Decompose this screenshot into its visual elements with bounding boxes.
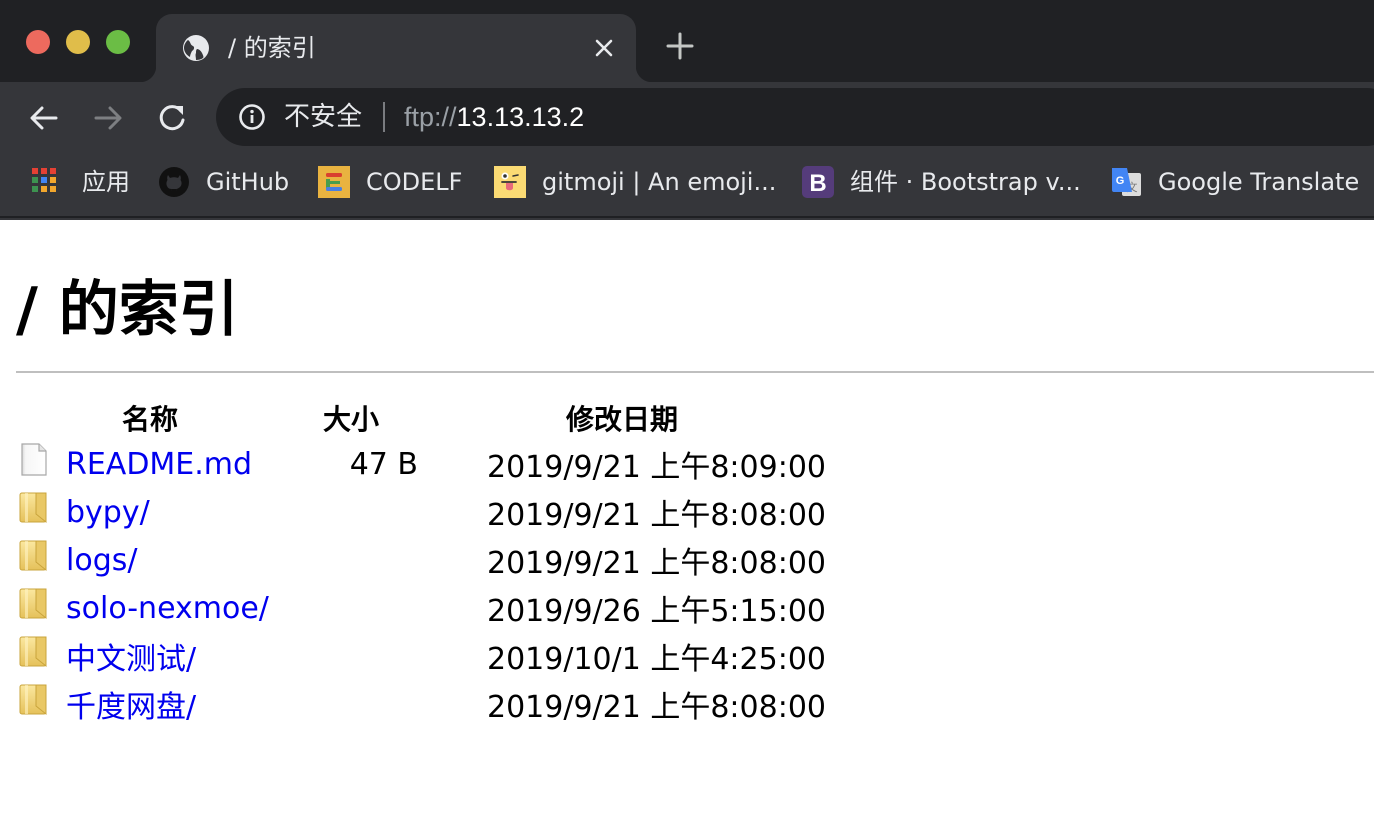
divider — [16, 371, 1374, 373]
name-cell: 中文测试/ — [16, 632, 284, 680]
close-icon[interactable] — [590, 32, 618, 64]
page-title: / 的索引 — [16, 275, 239, 345]
listing-body: README.md 47 B 2019/9/21 上午8:09:00 bypy/… — [16, 440, 826, 728]
modified-cell: 2019/9/26 上午5:15:00 — [486, 594, 826, 629]
globe-icon — [183, 35, 209, 61]
name-cell: logs/ — [16, 536, 284, 584]
bookmarks-bar: 应用 GitHub CODELF gitmoji | An emoji... B… — [0, 154, 1374, 218]
size-cell — [284, 536, 418, 584]
entry-link[interactable]: bypy/ — [66, 495, 150, 530]
gitmoji-icon — [494, 166, 526, 198]
bookmark-label: 应用 — [82, 168, 130, 196]
modified-cell: 2019/10/1 上午4:25:00 — [486, 642, 826, 677]
modified-cell: 2019/9/21 上午8:08:00 — [486, 546, 826, 581]
size-cell — [284, 488, 418, 536]
github-icon — [159, 167, 189, 197]
folder-icon — [16, 538, 52, 574]
plus-icon[interactable] — [664, 30, 696, 62]
google-translate-icon: 文 G — [1112, 168, 1141, 196]
bookmark-label: Google Translate — [1158, 168, 1360, 196]
bookmark-codelf[interactable]: CODELF — [318, 166, 462, 198]
entry-link[interactable]: README.md — [66, 447, 252, 482]
table-row: solo-nexmoe/ 2019/9/26 上午5:15:00 — [16, 584, 826, 632]
modified-cell: 2019/9/21 上午8:09:00 — [486, 450, 826, 485]
bookmark-label: 组件 · Bootstrap v... — [850, 168, 1081, 196]
svg-text:B: B — [809, 170, 826, 197]
bookmark-apps[interactable]: 应用 — [30, 166, 130, 198]
name-cell: README.md — [16, 440, 284, 488]
url-host: 13.13.13.2 — [456, 102, 585, 132]
info-icon[interactable] — [238, 103, 266, 131]
svg-text:G: G — [1116, 175, 1125, 187]
table-row: logs/ 2019/9/21 上午8:08:00 — [16, 536, 826, 584]
bookmark-github[interactable]: GitHub — [158, 166, 289, 198]
window-close-button[interactable] — [26, 30, 50, 54]
file-icon — [16, 442, 52, 478]
table-row: README.md 47 B 2019/9/21 上午8:09:00 — [16, 440, 826, 488]
name-cell: solo-nexmoe/ — [16, 584, 284, 632]
directory-listing: 名称 大小 修改日期 README.md 47 B 2019/9/21 上午8:… — [16, 396, 826, 728]
window-minimize-button[interactable] — [66, 30, 90, 54]
bookmark-gitmoji[interactable]: gitmoji | An emoji... — [494, 166, 776, 198]
arrow-right-icon[interactable] — [90, 100, 126, 136]
size-cell — [284, 584, 418, 632]
folder-icon — [16, 682, 52, 718]
security-label[interactable]: 不安全 — [284, 100, 362, 134]
column-header-name[interactable]: 名称 — [16, 396, 284, 440]
browser-chrome: / 的索引 不安全 ftp://13.13.13.2 应用 GitHub COD… — [0, 0, 1374, 220]
folder-icon — [16, 586, 52, 622]
size-cell — [284, 680, 418, 728]
table-row: 千度网盘/ 2019/9/21 上午8:08:00 — [16, 680, 826, 728]
tab-strip: / 的索引 — [0, 0, 1374, 82]
bookmark-google-translate[interactable]: 文 G Google Translate — [1110, 166, 1359, 198]
apps-grid-icon — [32, 168, 56, 192]
url-scheme: ftp:// — [404, 102, 457, 132]
size-cell: 47 B — [349, 446, 418, 482]
page-content: / 的索引 名称 大小 修改日期 README.md 47 B 2019/9/2… — [0, 220, 1374, 834]
modified-cell: 2019/9/21 上午8:08:00 — [486, 498, 826, 533]
address-bar[interactable]: 不安全 ftp://13.13.13.2 — [216, 88, 1374, 146]
address-separator — [383, 102, 385, 132]
bookmark-label: GitHub — [206, 168, 290, 196]
folder-icon — [16, 634, 52, 670]
url-text[interactable]: ftp://13.13.13.2 — [404, 100, 584, 134]
arrow-left-icon[interactable] — [26, 100, 62, 136]
bookmark-bootstrap[interactable]: B 组件 · Bootstrap v... — [802, 166, 1081, 198]
modified-cell: 2019/9/21 上午8:08:00 — [486, 690, 826, 725]
entry-link[interactable]: 千度网盘/ — [66, 682, 196, 726]
bootstrap-icon: B — [802, 166, 834, 198]
table-row: bypy/ 2019/9/21 上午8:08:00 — [16, 488, 826, 536]
column-header-modified[interactable]: 修改日期 — [418, 396, 826, 440]
folder-icon — [16, 490, 52, 526]
window-maximize-button[interactable] — [106, 30, 130, 54]
bookmark-label: gitmoji | An emoji... — [542, 168, 777, 196]
table-row: 中文测试/ 2019/10/1 上午4:25:00 — [16, 632, 826, 680]
name-cell: bypy/ — [16, 488, 284, 536]
tab-title: / 的索引 — [228, 34, 316, 62]
entry-link[interactable]: 中文测试/ — [66, 634, 196, 678]
entry-link[interactable]: solo-nexmoe/ — [66, 591, 269, 626]
table-header-row: 名称 大小 修改日期 — [16, 396, 826, 440]
size-cell — [284, 632, 418, 680]
tab-active[interactable]: / 的索引 — [140, 14, 652, 82]
codelf-icon — [318, 166, 350, 198]
toolbar: 不安全 ftp://13.13.13.2 — [0, 82, 1374, 154]
entry-link[interactable]: logs/ — [66, 543, 137, 578]
reload-icon[interactable] — [154, 100, 190, 136]
column-header-size[interactable]: 大小 — [284, 396, 418, 440]
bookmark-label: CODELF — [366, 168, 463, 196]
name-cell: 千度网盘/ — [16, 680, 284, 728]
